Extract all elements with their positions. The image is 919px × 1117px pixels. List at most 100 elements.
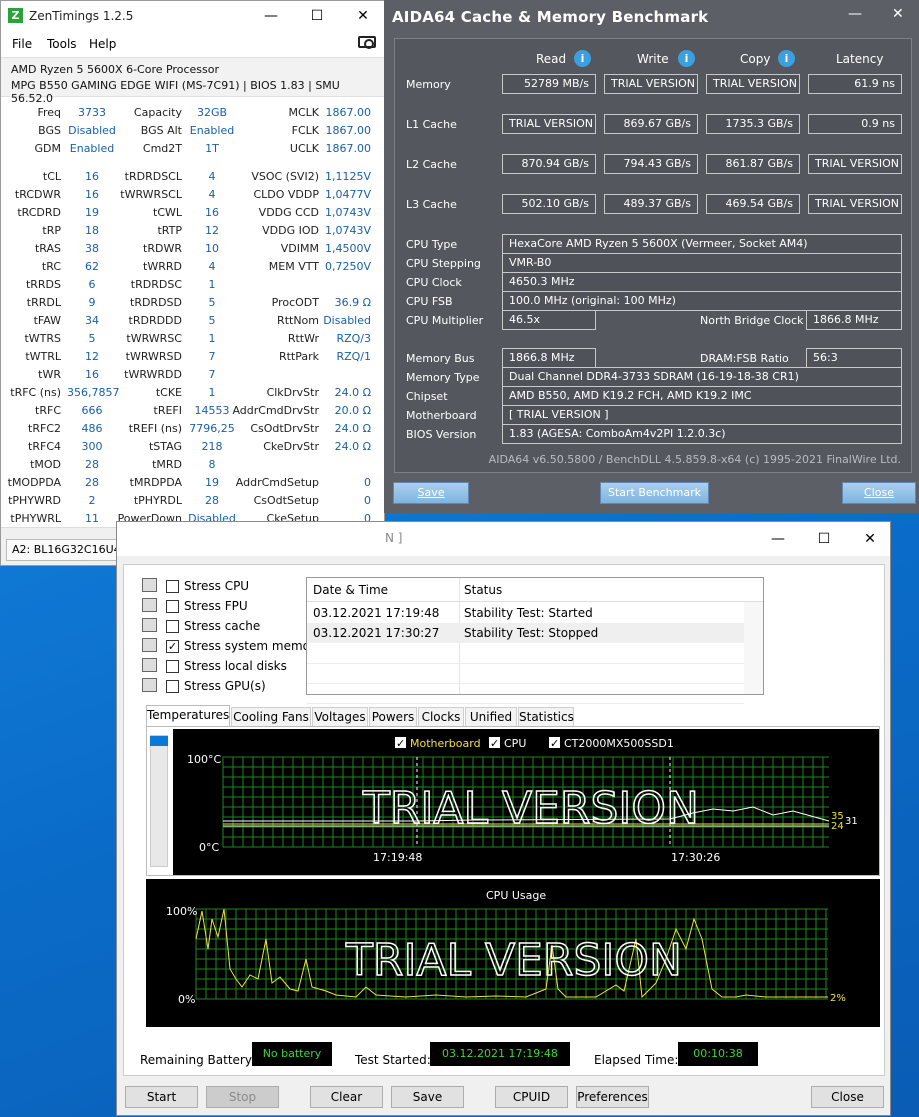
benchmark-close-text-button[interactable]: Close [842, 482, 916, 504]
cpu-multiplier-label: CPU Multiplier [406, 314, 484, 327]
log-header: Date & Time Status [307, 578, 763, 602]
menu-bar: File Tools Help [1, 33, 384, 55]
device-icon [142, 658, 157, 672]
timing-label: tWR [38, 368, 61, 381]
stability-test-window: N ] — ☐ ✕ Stress CPU Stress FPU Stress cac… [116, 521, 891, 1116]
timing-label: UCLK [289, 142, 319, 155]
maximize-button[interactable]: ☐ [294, 1, 340, 31]
stability-maximize-button[interactable]: ☐ [801, 524, 847, 554]
timing-label: tPHYWRL [10, 512, 61, 525]
sensor-scrollbar[interactable] [150, 735, 168, 867]
timing-label: tRDRDSC [130, 278, 182, 291]
scroll-thumb[interactable] [150, 736, 168, 746]
tab-temperatures[interactable]: Temperatures [146, 705, 230, 727]
cpuid-button[interactable]: CPUID [495, 1086, 568, 1108]
preferences-button[interactable]: Preferences [576, 1086, 649, 1108]
timing-label: tRCDRD [17, 206, 61, 219]
timing-value: 300 [81, 440, 103, 453]
timing-label: tRDRDSD [130, 296, 182, 309]
timing-value: 1,0743V [324, 224, 371, 237]
timing-label: tWRRD [143, 260, 182, 273]
stability-titlebar[interactable]: N ] — ☐ ✕ [117, 522, 890, 556]
motherboard-value: [ TRIAL VERSION ] [502, 405, 902, 425]
zentimings-titlebar[interactable]: Z ZenTimings 1.2.5 — ☐ ✕ [1, 1, 384, 31]
read-info-icon[interactable]: i [574, 50, 591, 67]
save-button[interactable]: Save [391, 1086, 464, 1108]
result-value: 52789 MB/s [502, 74, 596, 94]
timing-value: 12 [205, 224, 219, 237]
stress-checkbox[interactable] [166, 660, 179, 673]
stability-minimize-button[interactable]: — [755, 524, 801, 554]
timing-label: tRFC (ns) [10, 386, 61, 399]
battery-value: No battery [252, 1042, 332, 1066]
chipset-value: AMD B550, AMD K19.2 FCH, AMD K19.2 IMC [502, 386, 902, 406]
timing-value: 0 [364, 494, 371, 507]
minimize-button[interactable]: — [248, 1, 294, 31]
benchmark-minimize-button[interactable]: — [848, 6, 862, 22]
copy-info-icon[interactable]: i [778, 50, 795, 67]
tab-unified[interactable]: Unified [465, 707, 517, 727]
start-button[interactable]: Start [125, 1086, 198, 1108]
tab-clocks[interactable]: Clocks [418, 707, 464, 727]
cpu-name: AMD Ryzen 5 5600X 6-Core Processor [11, 63, 219, 76]
benchmark-close-button[interactable]: ✕ [892, 6, 904, 22]
timing-value: RZQ/1 [336, 350, 371, 363]
log-row[interactable]: 03.12.2021 17:30:27 Stability Test: Stopp… [307, 623, 744, 643]
tab-statistics[interactable]: Statistics [518, 707, 574, 727]
stress-checkbox[interactable] [166, 580, 179, 593]
result-value: 469.54 GB/s [706, 194, 800, 214]
timing-value: 7 [208, 368, 216, 381]
benchmark-save-button[interactable]: Save [393, 482, 469, 504]
test-started-label: Test Started: [355, 1053, 431, 1067]
start-benchmark-button[interactable]: Start Benchmark [600, 482, 709, 504]
timing-label: tREFI (ns) [128, 422, 182, 435]
timing-value: 7796,25 [189, 422, 235, 435]
tab-powers[interactable]: Powers [369, 707, 417, 727]
stability-close-text-button[interactable]: Close [811, 1086, 884, 1108]
write-info-icon[interactable]: i [678, 50, 695, 67]
cpu-fsb-value: 100.0 MHz (original: 100 MHz) [502, 291, 902, 311]
tab-voltages[interactable]: Voltages [312, 707, 368, 727]
log-scrollbar[interactable] [744, 602, 763, 694]
timing-label: tRFC2 [28, 422, 61, 435]
timing-value: 1,4500V [324, 242, 371, 255]
result-row-label: L3 Cache [406, 198, 457, 211]
menu-file[interactable]: File [12, 37, 32, 51]
header-copy: Copy [740, 52, 771, 66]
tab-cooling-fans[interactable]: Cooling Fans [231, 707, 311, 727]
menu-tools[interactable]: Tools [47, 37, 77, 51]
dram-ratio-value: 56:3 [806, 348, 902, 368]
screenshot-camera-icon[interactable] [358, 36, 376, 49]
timing-label: MCLK [288, 106, 319, 119]
stress-checkbox[interactable] [166, 620, 179, 633]
timing-label: VDIMM [280, 242, 319, 255]
timing-value: 5 [208, 296, 216, 309]
stress-checkbox[interactable]: ✓ [166, 640, 179, 653]
stability-close-button[interactable]: ✕ [847, 524, 893, 554]
cpu-type-value: HexaCore AMD Ryzen 5 5600X (Vermeer, Soc… [502, 234, 902, 254]
timing-label: tRC [41, 260, 61, 273]
menu-help[interactable]: Help [89, 37, 116, 51]
timing-label: tWTRS [24, 332, 61, 345]
cpu-type-label: CPU Type [406, 238, 458, 251]
timing-value: 16 [205, 206, 219, 219]
timing-label: tRRDL [26, 296, 61, 309]
timing-label: tMRD [152, 458, 182, 471]
timing-value: 1T [205, 142, 219, 155]
log-header-status[interactable]: Status [464, 583, 502, 597]
result-value: TRIAL VERSION [502, 114, 596, 134]
timing-value: 62 [85, 260, 99, 273]
result-value: TRIAL VERSION [808, 154, 902, 174]
stop-button[interactable]: Stop [206, 1086, 279, 1108]
cpu-stepping-value: VMR-B0 [502, 253, 902, 273]
stress-checkbox[interactable] [166, 680, 179, 693]
log-header-datetime[interactable]: Date & Time [313, 583, 388, 597]
timing-value: 28 [205, 494, 219, 507]
close-button[interactable]: ✕ [340, 1, 386, 31]
timing-value: 10 [205, 242, 219, 255]
result-value: 1735.3 GB/s [706, 114, 800, 134]
timing-label: CsOdtDrvStr [250, 422, 319, 435]
stress-checkbox[interactable] [166, 600, 179, 613]
log-row[interactable]: 03.12.2021 17:19:48 Stability Test: Start… [307, 603, 744, 623]
clear-button[interactable]: Clear [310, 1086, 383, 1108]
